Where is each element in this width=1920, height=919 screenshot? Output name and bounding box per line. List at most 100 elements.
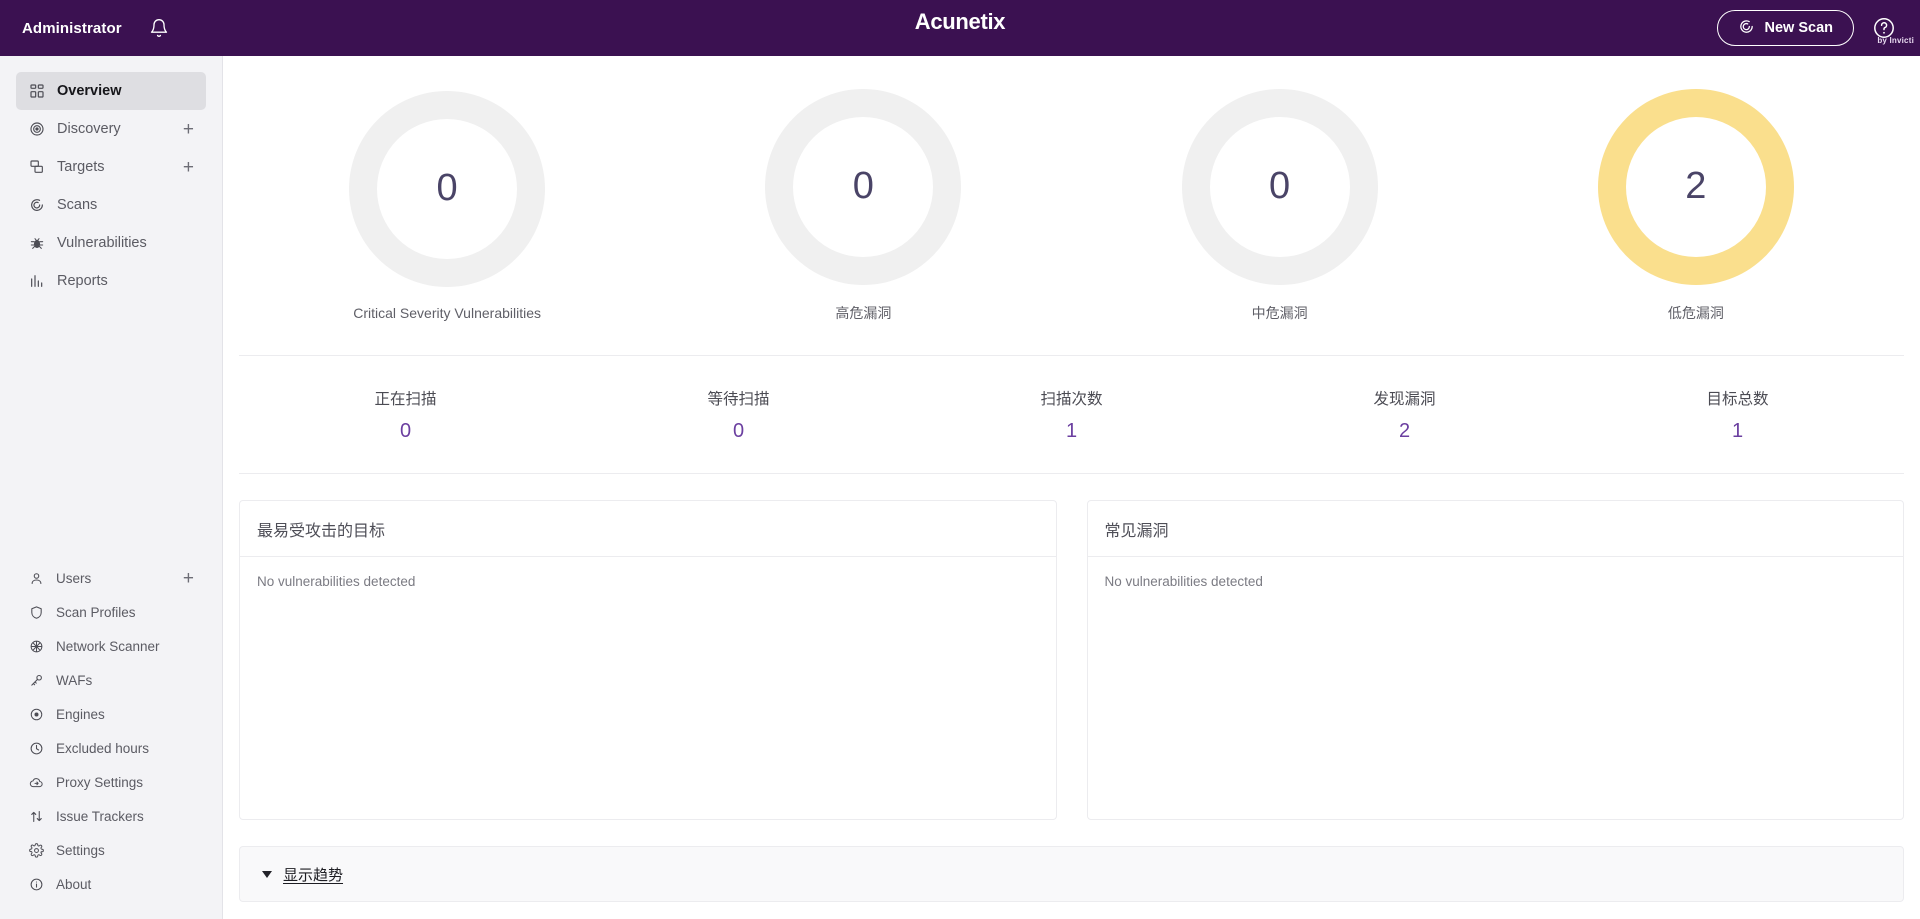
shield-icon <box>28 604 44 620</box>
sidebar-item-overview[interactable]: Overview <box>16 72 206 110</box>
cloud-arrow-icon <box>28 774 44 790</box>
key-icon <box>28 672 44 688</box>
severity-cell-critical: 0 Critical Severity Vulnerabilities <box>239 90 655 321</box>
sidebar-item-label: Discovery <box>57 121 121 137</box>
stat-running-scans: 正在扫描 0 <box>239 387 572 443</box>
severity-summary-row: 0 Critical Severity Vulnerabilities 0 高危… <box>239 56 1904 356</box>
donut-label: 中危漏洞 <box>1251 304 1308 321</box>
sidebar-item-reports[interactable]: Reports <box>16 262 206 300</box>
sidebar-item-excluded-hours[interactable]: Excluded hours <box>16 731 206 765</box>
sidebar-item-scan-profiles[interactable]: Scan Profiles <box>16 595 206 629</box>
sidebar-item-vulnerabilities[interactable]: Vulnerabilities <box>16 224 206 262</box>
brand-name: Acunetix <box>914 9 1006 34</box>
add-target-button[interactable]: + <box>183 158 194 177</box>
acunetix-swirl-icon <box>1738 18 1755 39</box>
donut-label: 低危漏洞 <box>1667 304 1724 321</box>
sidebar-item-proxy-settings[interactable]: Proxy Settings <box>16 765 206 799</box>
sidebar-item-users[interactable]: Users + <box>16 561 206 595</box>
new-scan-button[interactable]: New Scan <box>1716 10 1854 46</box>
sidebar-item-label: WAFs <box>56 672 93 688</box>
sidebar-item-wafs[interactable]: WAFs <box>16 663 206 697</box>
sidebar-item-discovery[interactable]: Discovery + <box>16 110 206 148</box>
sidebar: Overview Discovery + Targets + Scans Vul… <box>0 56 223 919</box>
sidebar-item-label: Vulnerabilities <box>57 235 147 251</box>
donut-chart-high: 0 <box>765 88 962 285</box>
stat-total-targets: 目标总数 1 <box>1571 387 1904 443</box>
donut-value: 0 <box>1269 165 1291 207</box>
sidebar-item-label: Issue Trackers <box>56 808 144 824</box>
stat-value: 0 <box>732 419 745 442</box>
show-trends-label: 显示趋势 <box>283 866 344 884</box>
sidebar-item-label: Reports <box>57 273 108 289</box>
severity-cell-medium: 0 中危漏洞 <box>1072 88 1488 323</box>
stat-label: 发现漏洞 <box>1373 390 1436 408</box>
donut-value: 2 <box>1685 165 1707 207</box>
caret-down-icon <box>262 870 272 878</box>
sidebar-item-scans[interactable]: Scans <box>16 186 206 224</box>
sidebar-item-issue-trackers[interactable]: Issue Trackers <box>16 799 206 833</box>
sidebar-item-label: About <box>56 876 92 892</box>
stat-label: 目标总数 <box>1706 390 1769 408</box>
sidebar-item-label: Targets <box>57 159 105 175</box>
sidebar-item-label: Scan Profiles <box>56 604 136 620</box>
panel-common-vulnerabilities: 常见漏洞 No vulnerabilities detected <box>1086 500 1904 820</box>
sidebar-item-network-scanner[interactable]: Network Scanner <box>16 629 206 663</box>
panel-most-vulnerable-targets: 最易受攻击的目标 No vulnerabilities detected <box>239 500 1057 820</box>
acunetix-swirl-icon <box>28 197 45 214</box>
severity-cell-low: 2 低危漏洞 <box>1488 88 1904 323</box>
add-user-button[interactable]: + <box>183 569 194 588</box>
sidebar-item-label: Engines <box>56 706 105 722</box>
gear-icon <box>28 842 44 858</box>
panels-row: 最易受攻击的目标 No vulnerabilities detected 常见漏… <box>239 500 1904 820</box>
brand-logo: Acunetix by Invicti <box>0 0 1920 56</box>
grid-icon <box>28 83 45 100</box>
question-circle-icon[interactable] <box>1870 14 1898 42</box>
network-scanner-icon <box>28 638 44 654</box>
info-circle-icon <box>28 876 44 892</box>
swap-arrows-icon <box>28 808 44 824</box>
sidebar-item-label: Overview <box>57 83 122 99</box>
stat-value: 1 <box>1065 419 1078 442</box>
panel-title: 最易受攻击的目标 <box>240 501 1056 557</box>
donut-value: 0 <box>436 167 458 209</box>
sidebar-item-label: Scans <box>57 197 98 213</box>
show-trends-toggle[interactable]: 显示趋势 <box>239 846 1904 902</box>
top-bar: Administrator Acunetix by Invicti New Sc… <box>0 0 1920 56</box>
top-bar-left: Administrator <box>0 13 174 43</box>
sidebar-item-label: Settings <box>56 842 105 858</box>
panel-empty-text: No vulnerabilities detected <box>1104 574 1263 589</box>
add-discovery-button[interactable]: + <box>183 120 194 139</box>
stat-label: 正在扫描 <box>374 390 437 408</box>
stat-vulnerabilities-found: 发现漏洞 2 <box>1238 387 1571 443</box>
sidebar-item-about[interactable]: About <box>16 867 206 901</box>
panel-empty-text: No vulnerabilities detected <box>257 574 416 589</box>
targets-stack-icon <box>28 159 45 176</box>
sidebar-secondary-group: Users + Scan Profiles Network Scanner WA… <box>0 561 222 919</box>
sidebar-item-label: Excluded hours <box>56 740 150 756</box>
donut-label: Critical Severity Vulnerabilities <box>353 304 542 321</box>
clock-icon <box>28 740 44 756</box>
stats-row: 正在扫描 0 等待扫描 0 扫描次数 1 发现漏洞 2 目标总数 1 <box>239 356 1904 474</box>
severity-cell-high: 0 高危漏洞 <box>655 88 1071 323</box>
bar-chart-icon <box>28 273 45 290</box>
new-scan-label: New Scan <box>1764 20 1834 36</box>
sidebar-item-settings[interactable]: Settings <box>16 833 206 867</box>
stat-label: 扫描次数 <box>1040 390 1103 408</box>
sidebar-item-targets[interactable]: Targets + <box>16 148 206 186</box>
sidebar-item-label: Users <box>56 570 92 586</box>
gear-dot-icon <box>28 706 44 722</box>
target-rings-icon <box>28 121 45 138</box>
bell-icon[interactable] <box>144 13 174 43</box>
donut-chart-critical: 0 <box>349 90 546 287</box>
sidebar-item-label: Network Scanner <box>56 638 160 654</box>
top-bar-right: New Scan <box>1716 10 1920 46</box>
stat-label: 等待扫描 <box>707 390 770 408</box>
stat-value: 0 <box>399 419 412 442</box>
stat-value: 1 <box>1731 419 1744 442</box>
donut-label: 高危漏洞 <box>835 304 892 321</box>
user-icon <box>28 570 44 586</box>
sidebar-item-engines[interactable]: Engines <box>16 697 206 731</box>
donut-chart-low: 2 <box>1597 88 1794 285</box>
sidebar-item-label: Proxy Settings <box>56 774 144 790</box>
